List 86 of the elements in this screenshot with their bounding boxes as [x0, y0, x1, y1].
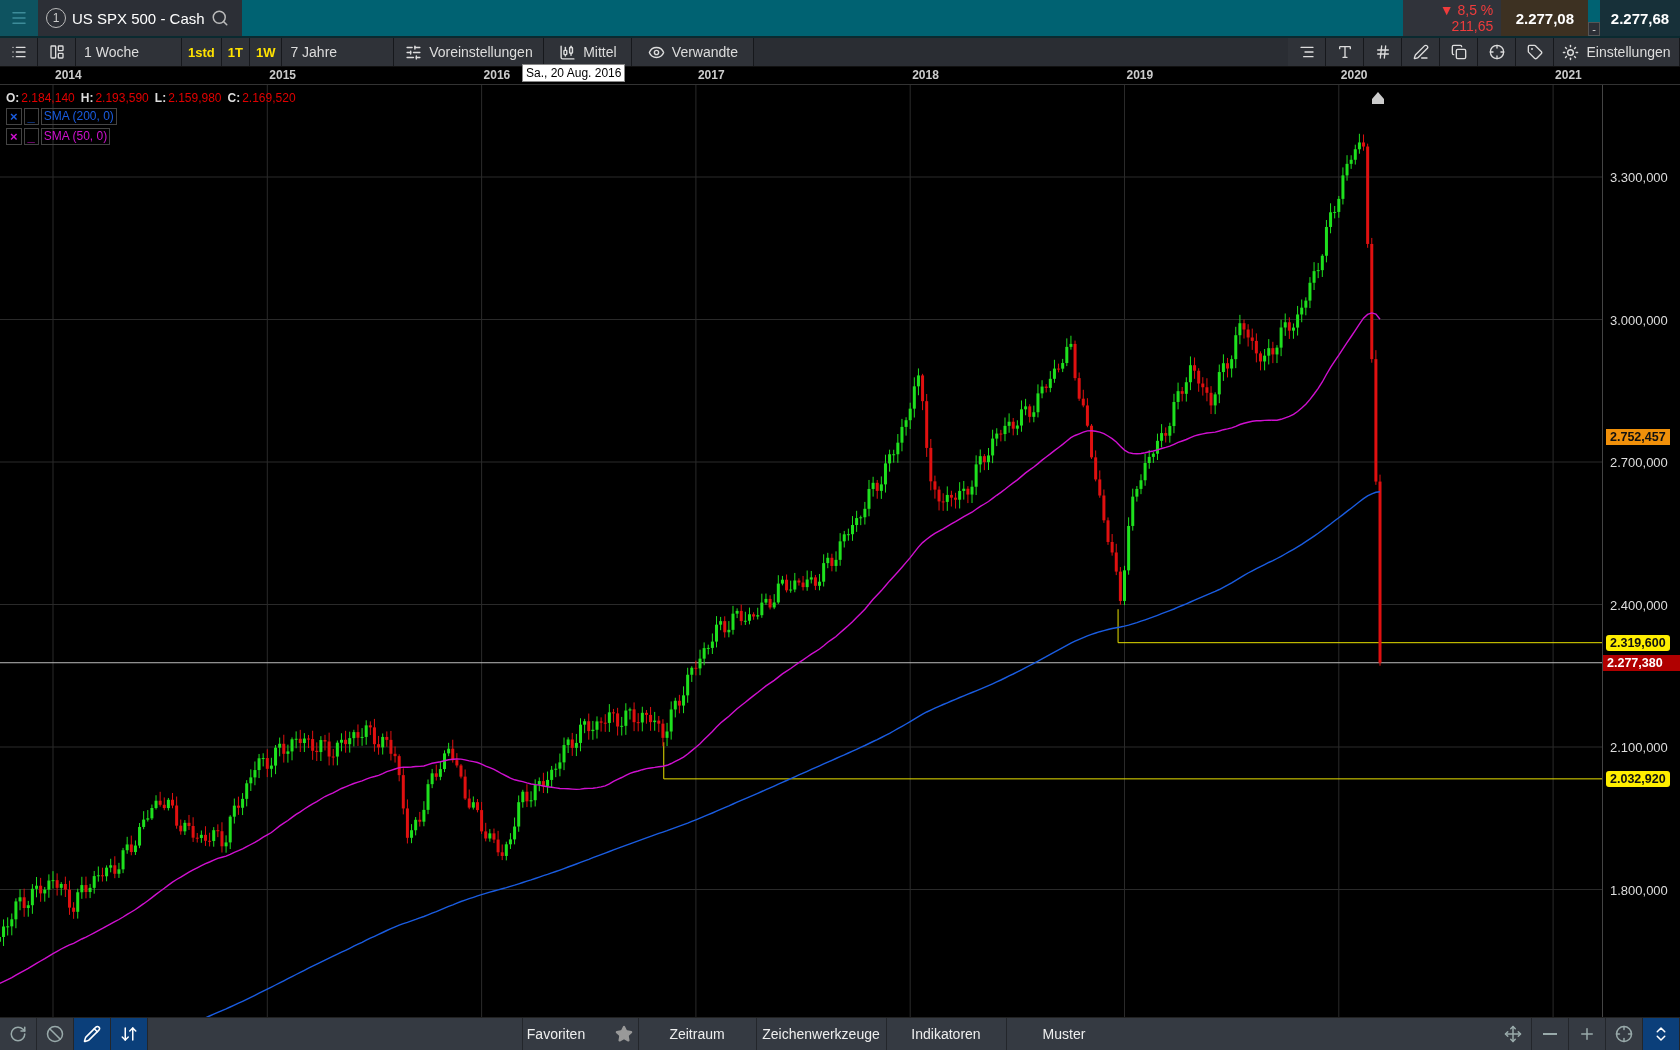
tool-button[interactable]: [111, 1018, 148, 1050]
price-tick-label: 3.300,000: [1610, 169, 1668, 185]
year-label: 2019: [1126, 68, 1154, 82]
candlestick-icon: [559, 43, 577, 61]
price-tick-label: 2.700,000: [1610, 454, 1668, 470]
crosshair-icon: [1488, 44, 1505, 60]
menu-icon: [10, 9, 28, 27]
year-label: 2016: [483, 68, 511, 82]
minus-icon: [1543, 1033, 1557, 1035]
grid-icon: [1374, 44, 1391, 60]
year-label: 2015: [269, 68, 296, 82]
layout-icon: [48, 44, 65, 60]
toolbar-icon-button[interactable]: [1326, 38, 1364, 66]
interval-button[interactable]: 1std: [182, 38, 222, 66]
indicator-label[interactable]: SMA (50, 0): [40, 128, 111, 145]
toolbar-icon-button[interactable]: [1364, 38, 1402, 66]
date-tooltip: Sa., 20 Aug. 2016: [522, 64, 626, 82]
fit-button[interactable]: [1643, 1018, 1680, 1050]
change-percent: 8,5 %: [1457, 2, 1494, 18]
settings-button[interactable]: Einstellungen: [1554, 38, 1680, 66]
instrument-tab[interactable]: 1 US SPX 500 - Cash: [38, 0, 242, 36]
spread-label: -: [1588, 22, 1600, 36]
ohlc-value: 2.184,140: [21, 91, 75, 105]
pentagon-marker-icon[interactable]: [1372, 92, 1384, 104]
change-points: 211,65: [1451, 18, 1494, 34]
price-tick-label: 1.800,000: [1610, 882, 1668, 897]
price-tick-label: 2.400,000: [1610, 597, 1668, 612]
refresh-icon: [9, 1025, 27, 1043]
interval-button[interactable]: 1W: [249, 38, 283, 66]
instrument-title: US SPX 500 - Cash: [72, 9, 205, 27]
year-label: 2017: [697, 68, 725, 82]
layers-icon: [1450, 44, 1467, 60]
ohlc-label: L:: [154, 91, 167, 105]
pencil-icon: [83, 1025, 101, 1043]
year-label: 2014: [55, 68, 82, 82]
ohlc-label: C:: [227, 91, 241, 105]
indicator-label[interactable]: SMA (200, 0): [40, 108, 117, 125]
price-tick-label: 2.100,000: [1610, 739, 1668, 755]
toolbar-icon-button[interactable]: [1402, 38, 1440, 66]
layout-button[interactable]: [38, 38, 76, 66]
price-marker: 2.032,920: [1606, 770, 1670, 787]
presets-button[interactable]: Voreinstellungen: [394, 38, 545, 66]
tag-icon: [1526, 44, 1543, 60]
pen-icon: [1412, 44, 1429, 60]
year-label: 2021: [1555, 68, 1582, 82]
list-button[interactable]: [0, 38, 38, 66]
settings-icon: [1562, 43, 1580, 61]
interval-dropdown[interactable]: 1 Woche: [76, 38, 182, 66]
price-marker: 2.277,380: [1603, 654, 1680, 671]
ohlc-value: 2.159,980: [168, 91, 222, 105]
range-dropdown[interactable]: 7 Jahre: [282, 38, 395, 66]
crosshair-icon: [1615, 1025, 1633, 1043]
toolbar-icon-button[interactable]: [1516, 38, 1554, 66]
toolbar-icon-button[interactable]: [1440, 38, 1478, 66]
remove-indicator-button[interactable]: ×: [6, 108, 22, 125]
plus-icon: [1578, 1025, 1596, 1043]
no-entry-icon: [46, 1025, 64, 1043]
price-level-line[interactable]: [1117, 608, 1602, 644]
toolbar-icon-button[interactable]: [1478, 38, 1516, 66]
chart-type-button[interactable]: Mittel: [544, 38, 633, 66]
down-arrow-icon: ▼: [1439, 2, 1454, 18]
right-align-icon: [1298, 44, 1315, 60]
remove-indicator-button[interactable]: ×: [6, 128, 22, 145]
toolbar-icon-button[interactable]: [1288, 38, 1326, 66]
price-marker: 2.752,457: [1606, 429, 1670, 446]
ohlc-value: 2.169,520: [242, 91, 296, 105]
list-icon: [10, 44, 27, 60]
line-style-button[interactable]: _: [23, 128, 39, 145]
sliders-icon: [405, 43, 423, 61]
buy-price[interactable]: 2.277,68: [1600, 0, 1680, 36]
related-button[interactable]: Verwandte: [632, 38, 755, 66]
interval-button[interactable]: 1T: [221, 38, 250, 66]
price-tick-label: 3.000,000: [1610, 312, 1668, 327]
price-marker: 2.319,600: [1606, 634, 1670, 651]
search-icon[interactable]: [210, 9, 229, 27]
ohlc-label: H:: [80, 91, 94, 105]
ohlc-value: 2.193,590: [95, 91, 149, 105]
year-label: 2020: [1340, 68, 1368, 82]
ohlc-label: O:: [6, 91, 20, 105]
move-arrows-icon: [1504, 1025, 1522, 1043]
sell-price[interactable]: 2.277,08: [1501, 0, 1589, 36]
up-down-arrows-icon: [120, 1025, 138, 1043]
year-label: 2018: [912, 68, 939, 82]
tool-button[interactable]: [74, 1018, 111, 1050]
text-size-icon: [1336, 44, 1353, 60]
line-style-button[interactable]: _: [23, 108, 39, 125]
